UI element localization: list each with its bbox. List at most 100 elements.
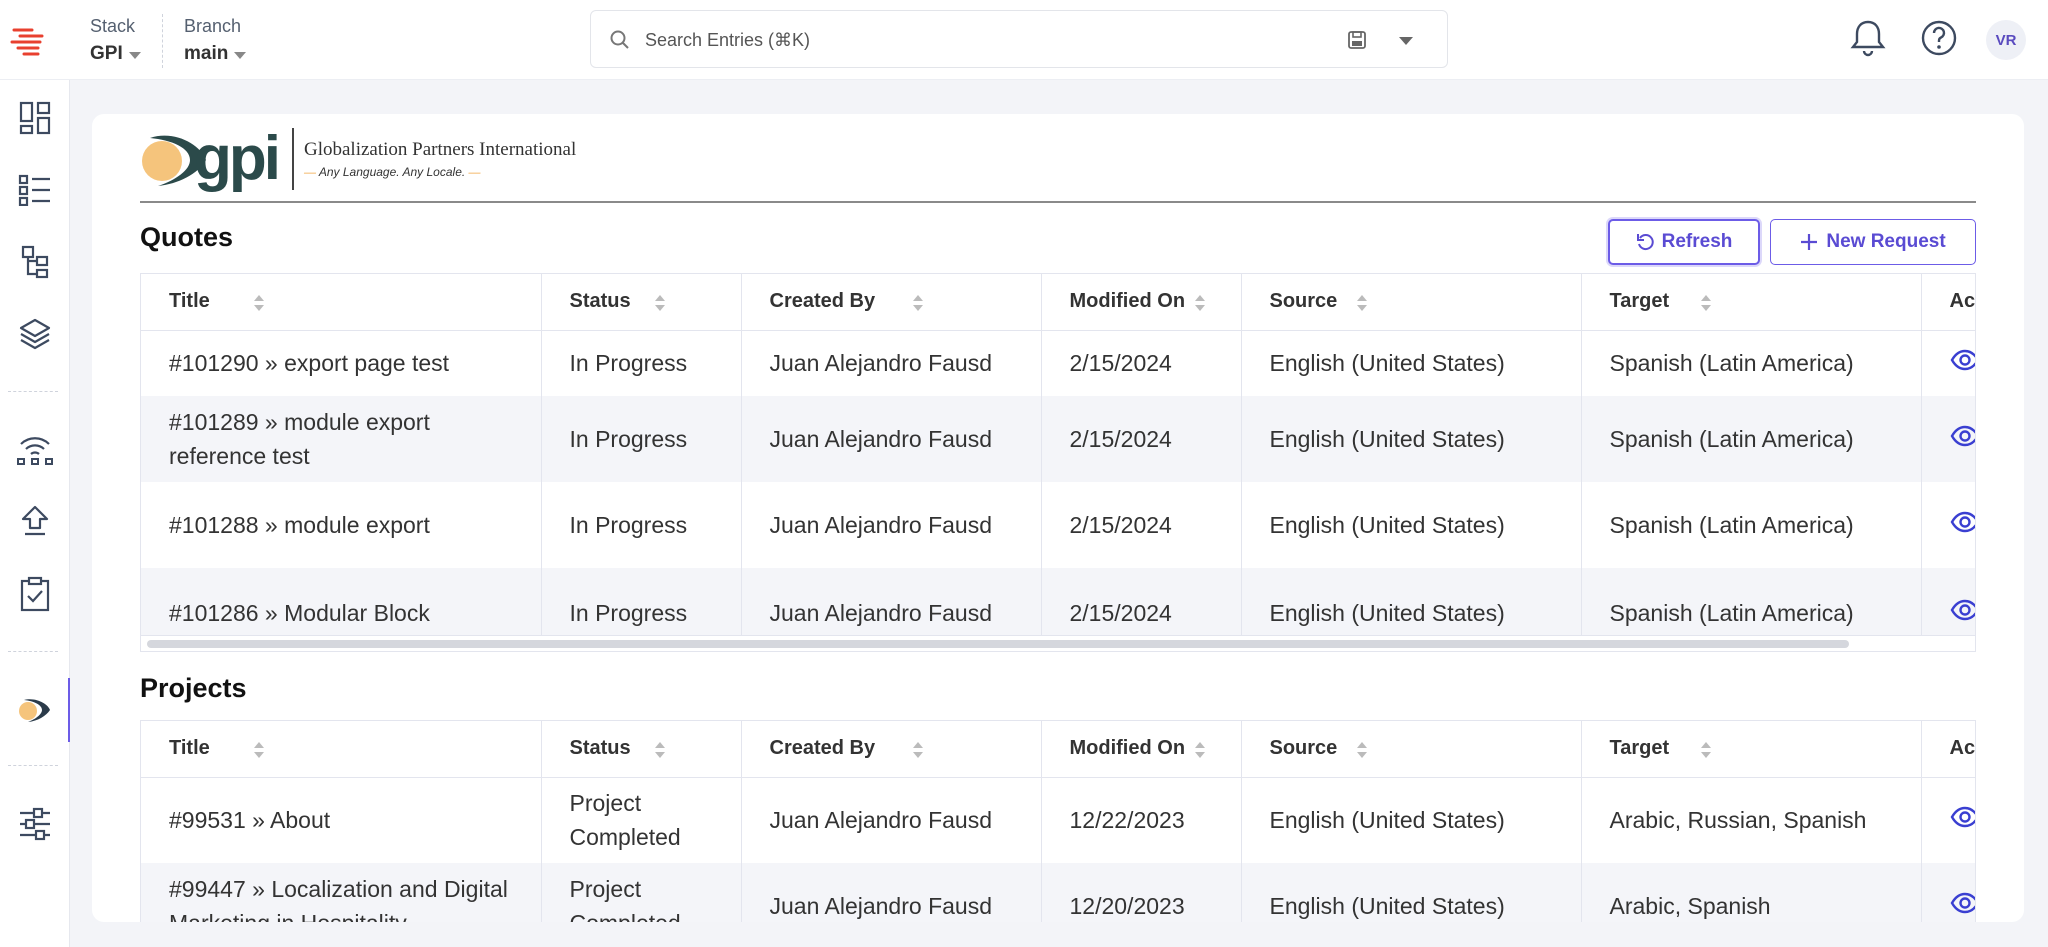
refresh-button[interactable]: Refresh [1608,219,1760,265]
column-header-title[interactable]: Title [141,721,542,778]
table-row[interactable]: #99531 » About Project Completed Juan Alej… [141,777,1977,863]
view-eye-icon[interactable] [1950,349,1977,371]
cell-source: English (United States) [1241,777,1582,863]
column-header-source[interactable]: Source [1241,721,1582,778]
sidebar-item-deployments[interactable] [0,490,70,554]
sidebar-item-entries[interactable] [0,158,70,222]
column-header-actions[interactable]: Ac [1921,721,1976,778]
cell-created-by: Juan Alejandro Fausd [741,777,1042,863]
view-eye-icon[interactable] [1950,892,1977,914]
sort-icon[interactable] [1700,294,1712,318]
scrollbar-thumb[interactable] [147,640,1849,648]
sidebar-item-gpi-app[interactable] [0,678,70,742]
dashboard-icon [19,101,51,135]
cell-title[interactable]: #99531 » About [141,777,542,863]
top-bar: Stack GPI Branch main Search Entries (⌘K… [0,0,2048,80]
sort-icon[interactable] [1194,294,1206,318]
gpi-logo-text: gpi [194,124,281,193]
horizontal-scrollbar[interactable] [141,635,1975,651]
column-header-label: Modified On [1069,737,1186,760]
column-header-status[interactable]: Status [541,274,742,331]
sliders-icon [20,807,50,841]
content-model-icon [21,245,49,279]
branch-selector[interactable]: Branch main [184,16,247,65]
entries-list-icon [18,174,50,206]
view-eye-icon[interactable] [1950,599,1977,621]
column-header-modified-on[interactable]: Modified On [1041,274,1242,331]
cell-actions [1921,482,1977,568]
stack-selector[interactable]: Stack GPI [90,16,141,65]
cell-target: Spanish (Latin America) [1581,330,1922,396]
bell-icon[interactable] [1850,18,1886,58]
refresh-icon [1636,234,1654,251]
refresh-label: Refresh [1661,231,1733,252]
cell-target: Arabic, Russian, Spanish [1581,777,1922,863]
cell-modified-on: 2/15/2024 [1041,330,1242,396]
column-header-label: Source [1269,737,1338,760]
help-icon[interactable] [1920,18,1958,58]
column-header-source[interactable]: Source [1241,274,1582,331]
column-header-modified-on[interactable]: Modified On [1041,721,1242,778]
cell-source: English (United States) [1241,482,1582,568]
sidebar-item-settings[interactable] [0,792,70,856]
sort-icon[interactable] [1356,741,1368,765]
cell-title[interactable]: #101289 » module export reference test [141,396,542,482]
search-bar[interactable]: Search Entries (⌘K) [590,10,1448,68]
table-header-row: Title Status Created By Modified On Source Ta… [141,721,1976,778]
sort-icon[interactable] [1356,294,1368,318]
sort-icon[interactable] [253,741,265,765]
gpi-logo-icon [19,699,50,722]
sort-icon[interactable] [654,294,666,318]
cell-title[interactable]: #101288 » module export [141,482,542,568]
search-placeholder[interactable]: Search Entries (⌘K) [645,30,810,51]
view-eye-icon[interactable] [1950,425,1977,447]
table-row[interactable]: #101288 » module export In Progress Juan A… [141,482,1977,568]
sort-icon[interactable] [654,741,666,765]
sort-icon[interactable] [1700,741,1712,765]
cell-source: English (United States) [1241,396,1582,482]
clipboard-check-icon [20,576,50,612]
upload-arrow-icon [21,505,49,536]
table-row[interactable]: #101289 » module export reference test In… [141,396,1977,482]
stack-value: GPI [90,43,123,64]
column-header-status[interactable]: Status [541,721,742,778]
cell-title[interactable]: #101290 » export page test [141,330,542,396]
table-row[interactable]: #101290 » export page test In Progress Jua… [141,330,1977,396]
column-header-label: Ac [1949,737,1976,760]
contentstack-logo-icon[interactable] [10,22,50,62]
header-divider [140,201,1976,203]
column-header-created-by[interactable]: Created By [741,721,1042,778]
cell-created-by: Juan Alejandro Fausd [741,330,1042,396]
sort-icon[interactable] [1194,741,1206,765]
column-header-actions[interactable]: Ac [1921,274,1975,331]
search-dropdown-icon[interactable] [1399,37,1413,45]
column-header-label: Status [569,290,631,313]
column-header-title[interactable]: Title [141,274,542,331]
sort-icon[interactable] [912,741,924,765]
sort-icon[interactable] [253,294,265,318]
sidebar-item-content-models[interactable] [0,230,70,294]
chevron-down-icon [128,51,141,59]
new-request-button[interactable]: New Request [1770,219,1976,265]
column-header-created-by[interactable]: Created By [741,274,1042,331]
sidebar-item-dashboard[interactable] [0,86,70,150]
column-header-label: Modified On [1069,290,1186,313]
sidebar-item-assets[interactable] [0,302,70,366]
cell-source: English (United States) [1241,330,1582,396]
user-avatar[interactable]: VR [1986,20,2026,60]
view-eye-icon[interactable] [1950,511,1977,533]
table-row[interactable]: #99447 » Localization and Digital Market… [141,863,1977,922]
column-header-target[interactable]: Target [1581,721,1922,778]
company-name: Globalization Partners International [303,139,577,160]
sort-icon[interactable] [912,294,924,318]
column-header-target[interactable]: Target [1581,274,1922,331]
cell-title[interactable]: #99447 » Localization and Digital Market… [141,863,542,922]
search-icon [610,30,629,49]
sidebar-item-publish-queue[interactable] [0,418,70,482]
view-eye-icon[interactable] [1950,806,1977,828]
sidebar-item-tasks[interactable] [0,562,70,626]
quotes-heading: Quotes [140,222,234,252]
saved-search-icon[interactable] [1347,30,1367,50]
cell-status: In Progress [541,396,742,482]
cell-created-by: Juan Alejandro Fausd [741,482,1042,568]
